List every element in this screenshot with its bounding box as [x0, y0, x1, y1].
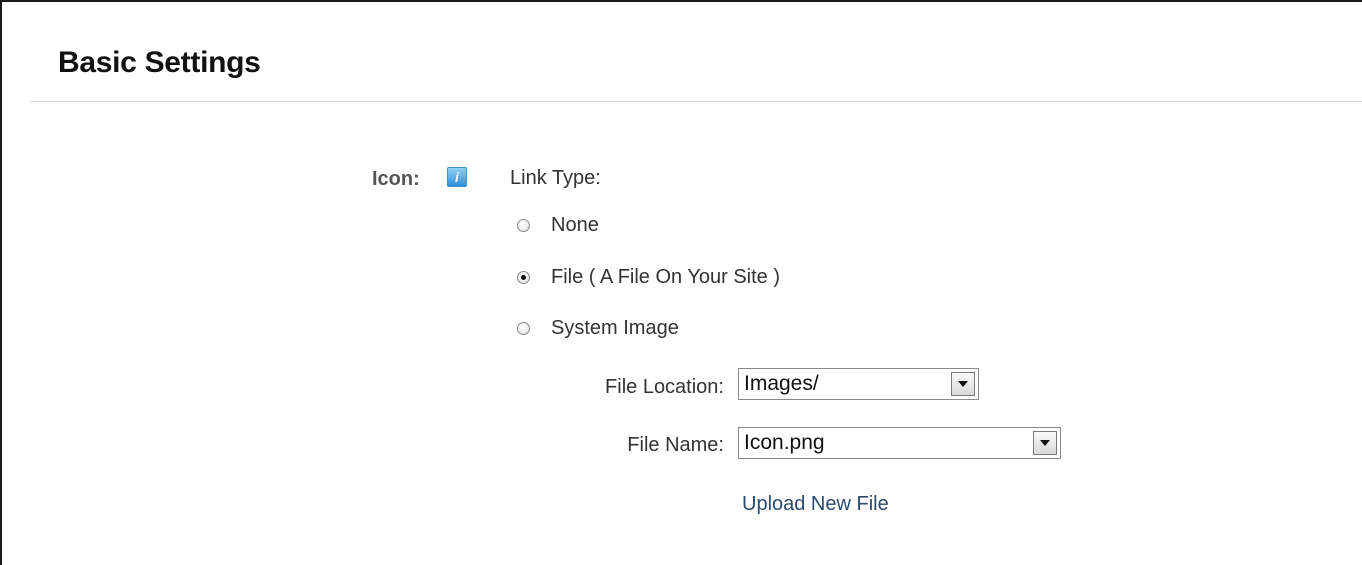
link-type-label: Link Type: — [510, 167, 601, 189]
settings-panel: Basic Settings Icon: i Link Type: None F… — [0, 0, 1362, 565]
radio-system-image-label: System Image — [551, 316, 679, 339]
radio-option-none[interactable]: None — [517, 212, 599, 238]
page-title: Basic Settings — [58, 46, 261, 79]
file-location-label: File Location: — [605, 376, 724, 398]
help-info-icon[interactable]: i — [447, 167, 467, 187]
file-location-dropdown-arrow-icon[interactable] — [951, 372, 975, 396]
radio-file[interactable] — [517, 270, 530, 284]
title-divider — [30, 101, 1362, 102]
radio-option-system-image[interactable]: System Image — [517, 315, 679, 341]
file-location-select[interactable]: Images/ — [738, 368, 979, 400]
file-name-dropdown-arrow-icon[interactable] — [1033, 431, 1057, 455]
file-name-label: File Name: — [627, 434, 724, 456]
radio-none-label: None — [551, 213, 599, 236]
file-name-select[interactable]: Icon.png — [738, 427, 1061, 459]
upload-new-file-link[interactable]: Upload New File — [742, 493, 889, 516]
radio-file-label: File ( A File On Your Site ) — [551, 265, 780, 288]
radio-system-image[interactable] — [517, 321, 530, 335]
file-name-value: Icon.png — [744, 431, 825, 454]
radio-option-file[interactable]: File ( A File On Your Site ) — [517, 264, 780, 290]
file-location-value: Images/ — [744, 372, 819, 395]
radio-none[interactable] — [517, 218, 530, 232]
icon-field-label: Icon: — [372, 168, 420, 190]
